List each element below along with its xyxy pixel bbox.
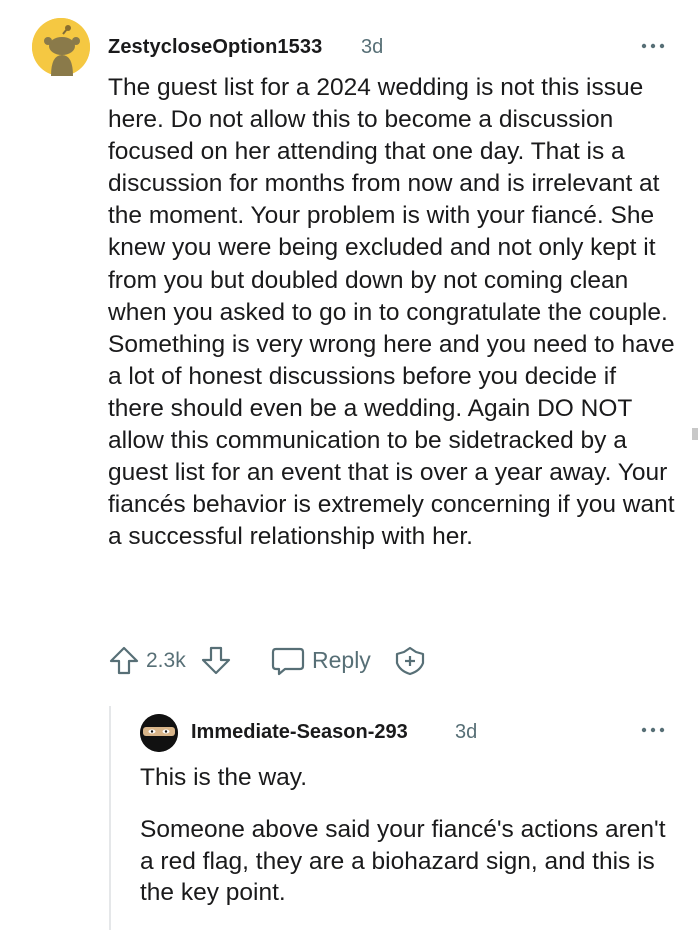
reply-timestamp: 3d (455, 721, 478, 743)
scrollbar-thumb[interactable] (692, 428, 698, 440)
upvote-icon[interactable] (108, 644, 140, 678)
ninja-avatar-icon (140, 714, 178, 752)
award-icon[interactable] (394, 645, 426, 679)
reply-button[interactable]: Reply (312, 647, 371, 674)
more-horizontal-icon[interactable] (640, 720, 666, 740)
comment-username[interactable]: ZestycloseOption1533 (108, 36, 322, 59)
reply-paragraph: Someone above said your fiancé's actions… (140, 816, 666, 906)
reply-paragraph: This is the way. (140, 764, 308, 791)
comment-timestamp: 3d (361, 36, 384, 58)
thread-line[interactable] (109, 706, 111, 930)
downvote-icon[interactable] (200, 644, 232, 678)
avatar[interactable] (140, 714, 178, 752)
comment-action-bar: 2.3k Reply (108, 644, 528, 678)
comment-body: The guest list for a 2024 wedding is not… (108, 74, 675, 551)
more-horizontal-icon[interactable] (640, 36, 666, 56)
reply-bubble-icon[interactable] (271, 646, 305, 680)
avatar[interactable] (32, 18, 90, 76)
vote-score: 2.3k (146, 649, 186, 672)
reply-username[interactable]: Immediate-Season-293 (191, 721, 408, 744)
snoo-avatar-icon (32, 18, 90, 76)
